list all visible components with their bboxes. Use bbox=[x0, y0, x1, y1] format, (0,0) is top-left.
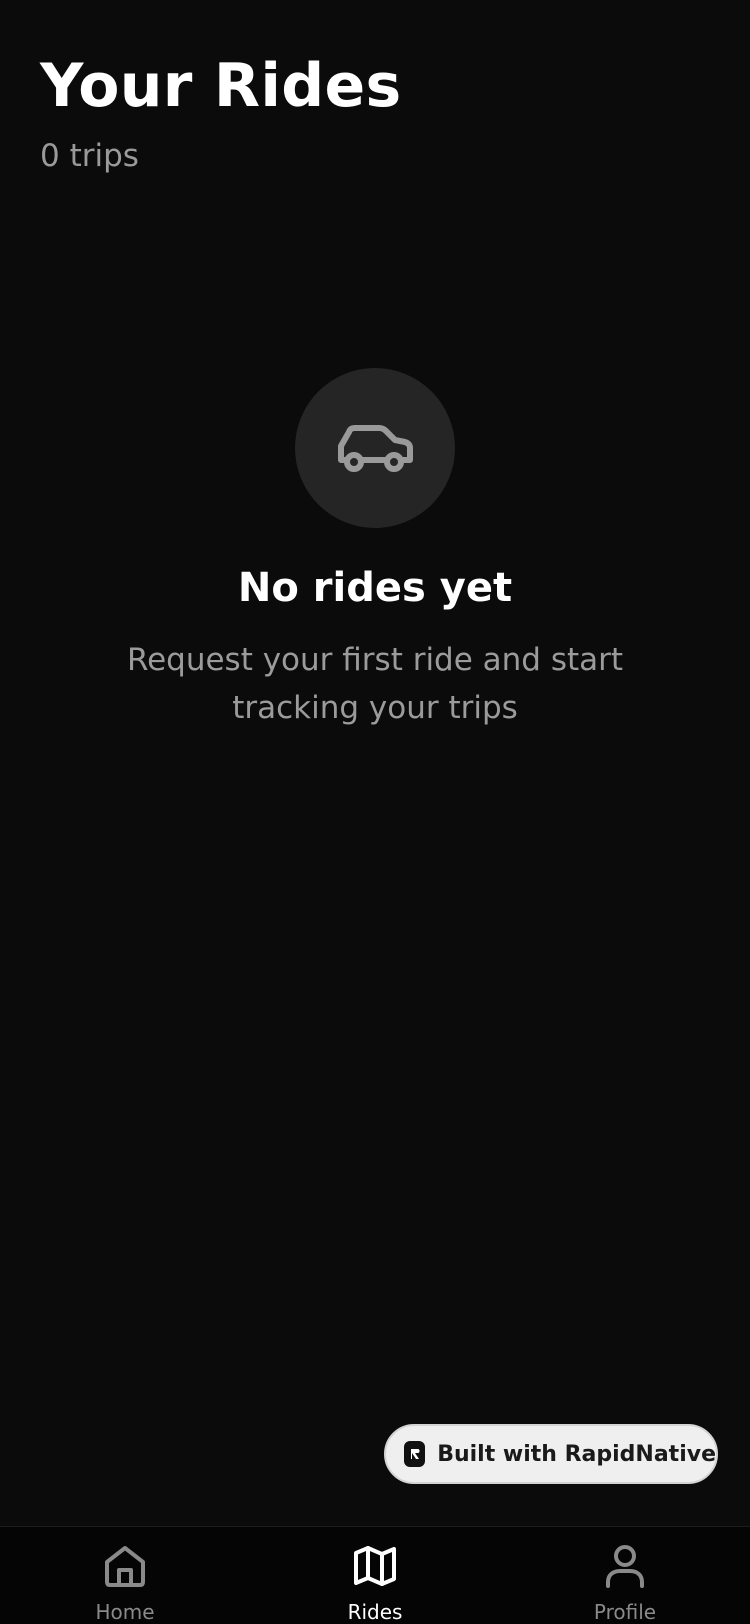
tab-home[interactable]: Home bbox=[0, 1527, 250, 1624]
tab-profile-label: Profile bbox=[593, 1600, 657, 1624]
trip-count: 0 trips bbox=[40, 138, 139, 174]
empty-state-title: No rides yet bbox=[237, 565, 513, 611]
header: Your Rides 0 trips bbox=[40, 48, 710, 176]
map-icon bbox=[352, 1543, 398, 1589]
empty-state-icon-circle bbox=[295, 368, 455, 528]
built-with-rapidnative-button[interactable]: Built with RapidNative bbox=[384, 1424, 718, 1484]
bottom-tab-bar: Home Rides Profile bbox=[0, 1526, 750, 1624]
rapidnative-label: Built with RapidNative bbox=[437, 1441, 716, 1467]
page-title: Your Rides bbox=[40, 51, 402, 121]
rides-screen: Your Rides 0 trips No rides yet Request … bbox=[0, 0, 750, 1624]
car-icon bbox=[338, 425, 413, 472]
empty-state-description: Request your first ride and start tracki… bbox=[126, 642, 624, 726]
tab-home-label: Home bbox=[95, 1600, 155, 1624]
tab-rides-label: Rides bbox=[347, 1600, 403, 1624]
home-icon bbox=[102, 1543, 148, 1589]
tab-rides[interactable]: Rides bbox=[250, 1527, 500, 1624]
rapidnative-logo-icon bbox=[404, 1441, 426, 1467]
empty-state: No rides yet Request your first ride and… bbox=[0, 368, 750, 732]
user-icon bbox=[602, 1543, 648, 1589]
tab-profile[interactable]: Profile bbox=[500, 1527, 750, 1624]
